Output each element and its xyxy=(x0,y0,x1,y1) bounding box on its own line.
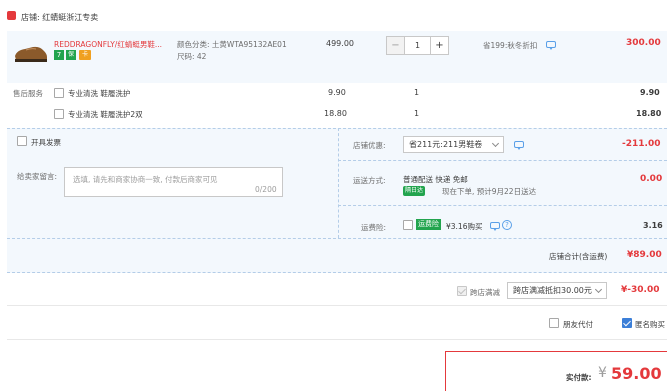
payment-amount: 59.00 xyxy=(611,364,662,383)
invoice-label: 开具发票 xyxy=(31,138,61,147)
panel-row-divider-3 xyxy=(7,238,667,239)
delivery-amount: 0.00 xyxy=(640,174,663,184)
guarantee-icon: 保 xyxy=(66,50,76,60)
seven-day-return-icon: 7 xyxy=(54,50,64,60)
divider xyxy=(7,339,667,340)
anonymous-label: 匿名购买 xyxy=(635,320,665,329)
insurance-text: ¥3.16购买 xyxy=(446,222,483,231)
product-title[interactable]: REDDRAGONFLY/红蜻蜓男鞋... xyxy=(54,39,162,50)
service-name-2: 专业清洗 鞋履洗护2双 xyxy=(68,110,143,119)
invoice-checkbox[interactable] xyxy=(17,136,27,146)
product-subtotal: 300.00 xyxy=(626,38,661,48)
insurance-chat-icon[interactable] xyxy=(490,222,500,231)
product-spec-color: 颜色分类: 土黄WTA95132AE01 xyxy=(177,40,287,49)
delivery-label: 运送方式: xyxy=(353,176,386,185)
payment-currency: ¥ xyxy=(598,365,607,381)
product-image[interactable] xyxy=(13,36,49,68)
message-label: 给卖家留言: xyxy=(17,172,58,181)
friend-pay-checkbox[interactable] xyxy=(549,318,559,328)
service-price-2: 18.80 xyxy=(324,109,347,118)
panel-top-border xyxy=(7,128,667,129)
service-total-2: 18.80 xyxy=(636,109,662,118)
panel-row-divider-2 xyxy=(338,205,667,206)
quantity-minus-button[interactable]: − xyxy=(386,36,405,55)
delivery-method: 普通配送 快递 免邮 xyxy=(403,175,468,184)
insurance-help-icon[interactable]: ? xyxy=(502,220,512,230)
message-placeholder: 选填, 请先和商家协商一致, 付款后商家可见 xyxy=(73,175,218,184)
shop-total-label: 店铺合计(含运费) xyxy=(549,252,608,261)
shop-discount-amount: -211.00 xyxy=(622,139,661,149)
service-checkbox-1[interactable] xyxy=(54,88,64,98)
cross-store-select[interactable]: 跨店满减抵扣30.00元 xyxy=(507,282,607,299)
chevron-down-icon xyxy=(594,285,603,294)
service-name-1: 专业清洗 鞋履洗护 xyxy=(68,89,131,98)
message-textarea[interactable]: 选填, 请先和商家协商一致, 付款后商家可见 0/200 xyxy=(64,167,283,197)
payment-box: 实付款: ¥ 59.00 xyxy=(445,351,667,391)
cross-store-selected: 跨店满减抵扣30.00元 xyxy=(513,286,592,295)
payment-label: 实付款: xyxy=(566,373,592,382)
service-qty-2: 1 xyxy=(414,109,420,118)
shop-total-amount: ¥89.00 xyxy=(627,250,662,260)
message-counter: 0/200 xyxy=(255,185,277,194)
insurance-label: 运费险: xyxy=(361,223,387,232)
next-day-badge: 隔日达 xyxy=(403,186,426,196)
insurance-checkbox[interactable] xyxy=(403,220,413,230)
quantity-input[interactable]: 1 xyxy=(404,36,431,55)
insurance-badge: 运费险 xyxy=(416,219,441,230)
insurance-amount: 3.16 xyxy=(643,221,663,230)
discount-info-icon[interactable] xyxy=(514,141,524,150)
shop-discount-label: 店铺优惠: xyxy=(353,141,386,150)
cross-store-amount: ¥-30.00 xyxy=(621,285,660,295)
shop-icon xyxy=(7,11,16,20)
shop-discount-selected: 省211元:211男鞋卷 xyxy=(409,140,483,149)
product-spec-size: 尺码: 42 xyxy=(177,52,207,61)
friend-pay-label: 朋友代付 xyxy=(563,320,593,329)
shop-discount-select[interactable]: 省211元:211男鞋卷 xyxy=(403,136,504,153)
promotion-text: 省199:秋冬折扣 xyxy=(483,41,538,50)
quantity-plus-button[interactable]: + xyxy=(430,36,449,55)
divider xyxy=(7,305,667,306)
panel-divider xyxy=(338,128,339,238)
cross-store-label: 跨店满减 xyxy=(470,288,500,297)
shop-header: 店铺: 红蜻蜓浙江专卖 xyxy=(0,0,667,30)
service-checkbox-2[interactable] xyxy=(54,109,64,119)
quantity-stepper: − 1 + xyxy=(386,36,450,55)
chevron-down-icon xyxy=(491,139,500,148)
cross-store-checkbox[interactable] xyxy=(457,286,467,296)
card-icon: 卡 xyxy=(79,50,91,60)
delivery-eta: 现在下单, 预计9月22日送达 xyxy=(442,187,537,196)
service-price-1: 9.90 xyxy=(328,88,346,97)
anonymous-checkbox[interactable] xyxy=(622,318,632,328)
shop-name[interactable]: 店铺: 红蜻蜓浙江专卖 xyxy=(21,12,98,23)
service-total-1: 9.90 xyxy=(640,88,660,97)
unit-price: 499.00 xyxy=(326,39,354,48)
panel-row-divider xyxy=(338,160,667,161)
panel-bottom-border xyxy=(7,272,667,273)
service-qty-1: 1 xyxy=(414,88,420,97)
services-label: 售后服务 xyxy=(13,89,43,98)
chat-icon[interactable] xyxy=(546,41,556,50)
